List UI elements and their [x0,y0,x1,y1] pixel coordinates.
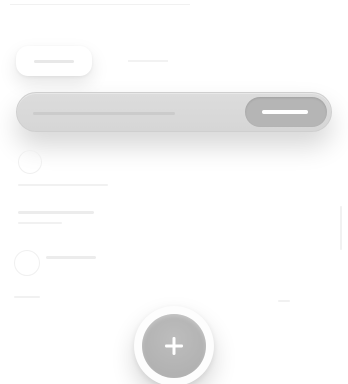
list-item-line [18,184,108,186]
list-item-line [18,222,62,224]
list-item-avatar [18,150,42,174]
chip-label-placeholder [34,60,74,63]
filter-chip[interactable] [16,46,92,76]
list-item-line [14,296,40,298]
list-divider [340,206,342,250]
list-item-line [278,300,290,302]
search-bar[interactable] [16,92,332,132]
search-text-placeholder [33,112,175,115]
add-button[interactable] [142,314,206,378]
plus-icon [165,337,183,355]
search-action-label-placeholder [262,110,308,114]
list-item-line [46,256,96,259]
header-placeholder-line [128,60,168,62]
app-screen [0,0,348,384]
list-item-avatar [14,250,40,276]
list-item-line [18,211,94,214]
top-divider [10,4,190,5]
search-action-button[interactable] [245,97,327,127]
